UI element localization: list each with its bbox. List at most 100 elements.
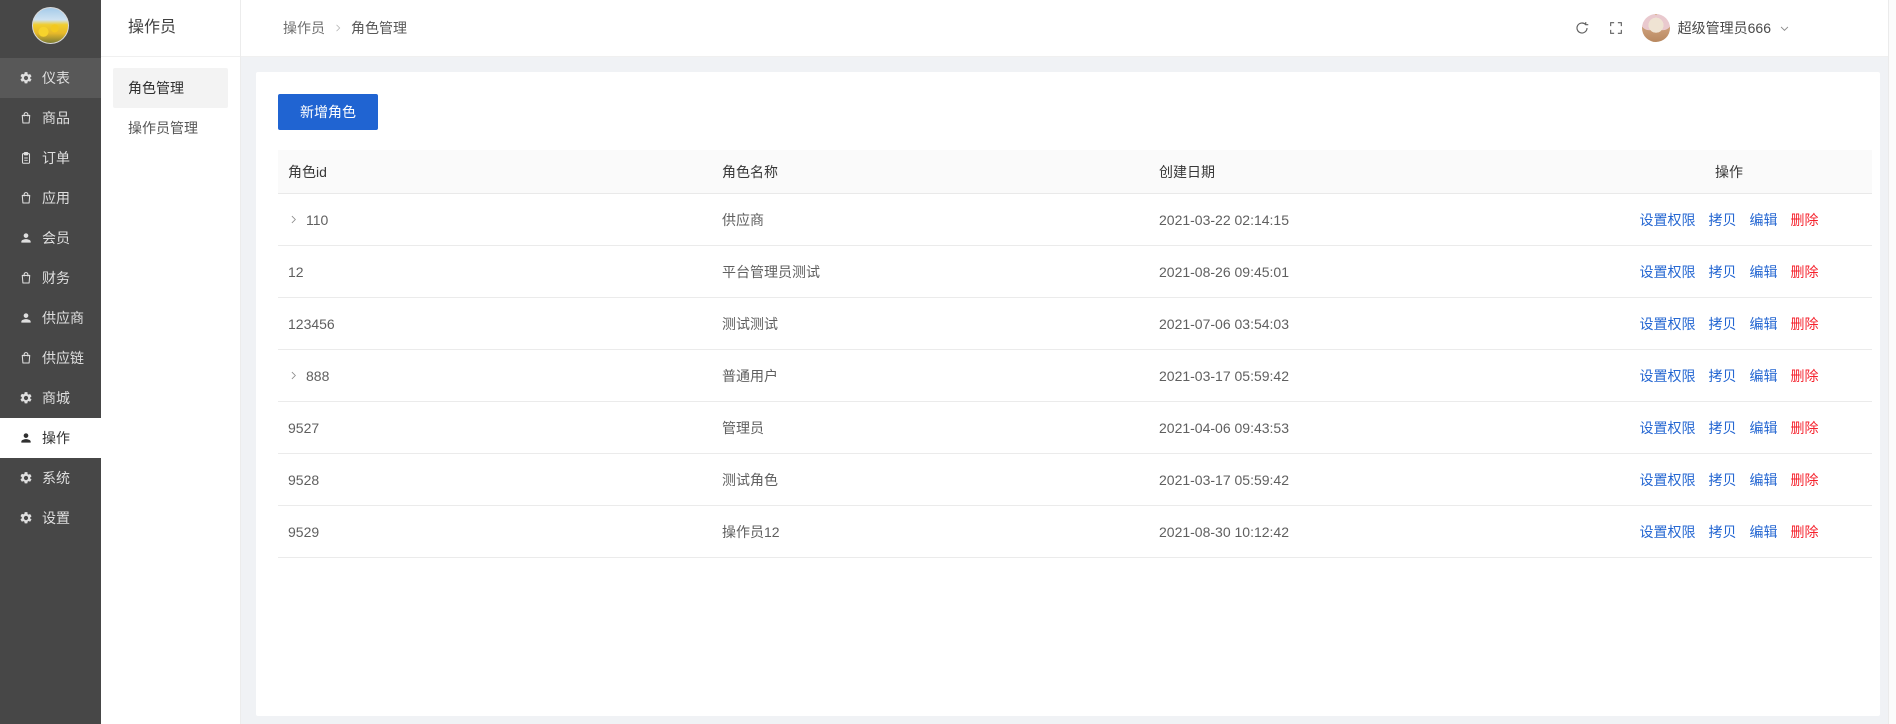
action-delete[interactable]: 删除 <box>1791 522 1819 542</box>
gear-icon <box>19 471 33 485</box>
user-menu[interactable]: 超级管理员666 <box>1641 14 1790 42</box>
action-delete[interactable]: 删除 <box>1791 210 1819 230</box>
action-edit[interactable]: 编辑 <box>1750 470 1778 490</box>
sidebar-item-会员[interactable]: 会员 <box>0 218 101 258</box>
cell-created-date: 2021-03-22 02:14:15 <box>1149 212 1586 228</box>
role-id: 110 <box>306 211 329 228</box>
action-copy[interactable]: 拷贝 <box>1709 210 1737 230</box>
header-actions: 超级管理员666 <box>1574 14 1790 42</box>
gear-icon <box>19 391 33 405</box>
table-row: 110 供应商 2021-03-22 02:14:15 设置权限 拷贝 编辑 删除 <box>278 194 1872 246</box>
cell-role-name: 管理员 <box>712 418 1149 438</box>
app-window: 仪表 商品 订单 应用 会员 财务 供应商 供应链 商城 操作 系统 设置 操作… <box>0 0 1896 724</box>
sidebar-item-商城[interactable]: 商城 <box>0 378 101 418</box>
sidebar-item-应用[interactable]: 应用 <box>0 178 101 218</box>
cell-role-id: 110 <box>278 212 712 228</box>
table-row: 9528 测试角色 2021-03-17 05:59:42 设置权限 拷贝 编辑 删除 <box>278 454 1872 506</box>
breadcrumb-item-operator[interactable]: 操作员 <box>283 18 325 38</box>
bag-icon <box>19 191 33 205</box>
expand-row-icon[interactable] <box>288 370 299 381</box>
content-card: 新增角色 角色id 角色名称 创建日期 操作 110 供应商 2021-03-2… <box>256 72 1880 716</box>
action-edit[interactable]: 编辑 <box>1750 418 1778 438</box>
add-role-button[interactable]: 新增角色 <box>278 94 378 130</box>
action-set-permission[interactable]: 设置权限 <box>1640 418 1696 438</box>
logo[interactable] <box>0 0 101 50</box>
fullscreen-icon[interactable] <box>1608 20 1624 36</box>
role-name: 普通用户 <box>722 367 778 384</box>
action-copy[interactable]: 拷贝 <box>1709 418 1737 438</box>
table-row: 9527 管理员 2021-04-06 09:43:53 设置权限 拷贝 编辑 删除 <box>278 402 1872 454</box>
action-delete[interactable]: 删除 <box>1791 470 1819 490</box>
submenu-item-role-management[interactable]: 角色管理 <box>113 68 228 108</box>
action-edit[interactable]: 编辑 <box>1750 366 1778 386</box>
cell-actions: 设置权限 拷贝 编辑 删除 <box>1586 366 1872 386</box>
action-copy[interactable]: 拷贝 <box>1709 470 1737 490</box>
sidebar-item-订单[interactable]: 订单 <box>0 138 101 178</box>
role-name: 测试测试 <box>722 315 778 332</box>
sidebar-item-供应商[interactable]: 供应商 <box>0 298 101 338</box>
action-edit[interactable]: 编辑 <box>1750 314 1778 334</box>
submenu-title: 操作员 <box>101 0 240 57</box>
role-id: 123456 <box>288 315 335 332</box>
role-name: 测试角色 <box>722 471 778 488</box>
expand-row-icon[interactable] <box>288 214 299 225</box>
action-edit[interactable]: 编辑 <box>1750 262 1778 282</box>
action-copy[interactable]: 拷贝 <box>1709 314 1737 334</box>
cell-role-id: 9528 <box>278 472 712 488</box>
action-set-permission[interactable]: 设置权限 <box>1640 262 1696 282</box>
action-set-permission[interactable]: 设置权限 <box>1640 366 1696 386</box>
sidebar-item-操作[interactable]: 操作 <box>0 418 101 458</box>
breadcrumb: 操作员 角色管理 <box>283 18 407 38</box>
sidebar-item-仪表[interactable]: 仪表 <box>0 58 101 98</box>
person-icon <box>19 311 33 325</box>
created-date: 2021-03-17 05:59:42 <box>1159 367 1289 384</box>
created-date: 2021-03-17 05:59:42 <box>1159 471 1289 488</box>
sidebar-item-label: 操作 <box>42 430 70 446</box>
avatar <box>1641 14 1670 42</box>
column-header-created-date: 创建日期 <box>1159 163 1215 180</box>
action-delete[interactable]: 删除 <box>1791 418 1819 438</box>
window-scrollbar[interactable] <box>1888 0 1896 724</box>
action-copy[interactable]: 拷贝 <box>1709 262 1737 282</box>
cell-created-date: 2021-08-26 09:45:01 <box>1149 264 1586 280</box>
cell-role-id: 12 <box>278 264 712 280</box>
action-set-permission[interactable]: 设置权限 <box>1640 210 1696 230</box>
sidebar-item-设置[interactable]: 设置 <box>0 498 101 538</box>
cell-created-date: 2021-03-17 05:59:42 <box>1149 368 1586 384</box>
cell-role-name: 操作员12 <box>712 522 1149 542</box>
action-copy[interactable]: 拷贝 <box>1709 366 1737 386</box>
cell-created-date: 2021-07-06 03:54:03 <box>1149 316 1586 332</box>
role-name: 操作员12 <box>722 523 780 540</box>
table-body: 110 供应商 2021-03-22 02:14:15 设置权限 拷贝 编辑 删除 1… <box>278 194 1872 558</box>
roles-table: 角色id 角色名称 创建日期 操作 110 供应商 2021-03-22 02:… <box>278 150 1872 558</box>
action-edit[interactable]: 编辑 <box>1750 210 1778 230</box>
action-delete[interactable]: 删除 <box>1791 262 1819 282</box>
action-set-permission[interactable]: 设置权限 <box>1640 314 1696 334</box>
sidebar-item-label: 订单 <box>42 150 70 166</box>
sidebar-item-label: 商城 <box>42 390 70 406</box>
cell-actions: 设置权限 拷贝 编辑 删除 <box>1586 314 1872 334</box>
action-set-permission[interactable]: 设置权限 <box>1640 470 1696 490</box>
sidebar-item-label: 财务 <box>42 270 70 286</box>
sidebar-item-财务[interactable]: 财务 <box>0 258 101 298</box>
person-icon <box>19 431 33 445</box>
created-date: 2021-08-30 10:12:42 <box>1159 523 1289 540</box>
sidebar-item-供应链[interactable]: 供应链 <box>0 338 101 378</box>
primary-sidebar: 仪表 商品 订单 应用 会员 财务 供应商 供应链 商城 操作 系统 设置 <box>0 0 101 724</box>
bag-icon <box>19 111 33 125</box>
action-delete[interactable]: 删除 <box>1791 366 1819 386</box>
action-edit[interactable]: 编辑 <box>1750 522 1778 542</box>
table-row: 888 普通用户 2021-03-17 05:59:42 设置权限 拷贝 编辑 删除 <box>278 350 1872 402</box>
action-copy[interactable]: 拷贝 <box>1709 522 1737 542</box>
sidebar-item-label: 系统 <box>42 470 70 486</box>
logo-image <box>32 6 69 44</box>
refresh-icon[interactable] <box>1574 20 1590 36</box>
cell-created-date: 2021-03-17 05:59:42 <box>1149 472 1586 488</box>
sidebar-item-商品[interactable]: 商品 <box>0 98 101 138</box>
cell-role-id: 9529 <box>278 524 712 540</box>
action-set-permission[interactable]: 设置权限 <box>1640 522 1696 542</box>
submenu-item-operator-management[interactable]: 操作员管理 <box>113 108 228 148</box>
cell-actions: 设置权限 拷贝 编辑 删除 <box>1586 470 1872 490</box>
sidebar-item-系统[interactable]: 系统 <box>0 458 101 498</box>
action-delete[interactable]: 删除 <box>1791 314 1819 334</box>
